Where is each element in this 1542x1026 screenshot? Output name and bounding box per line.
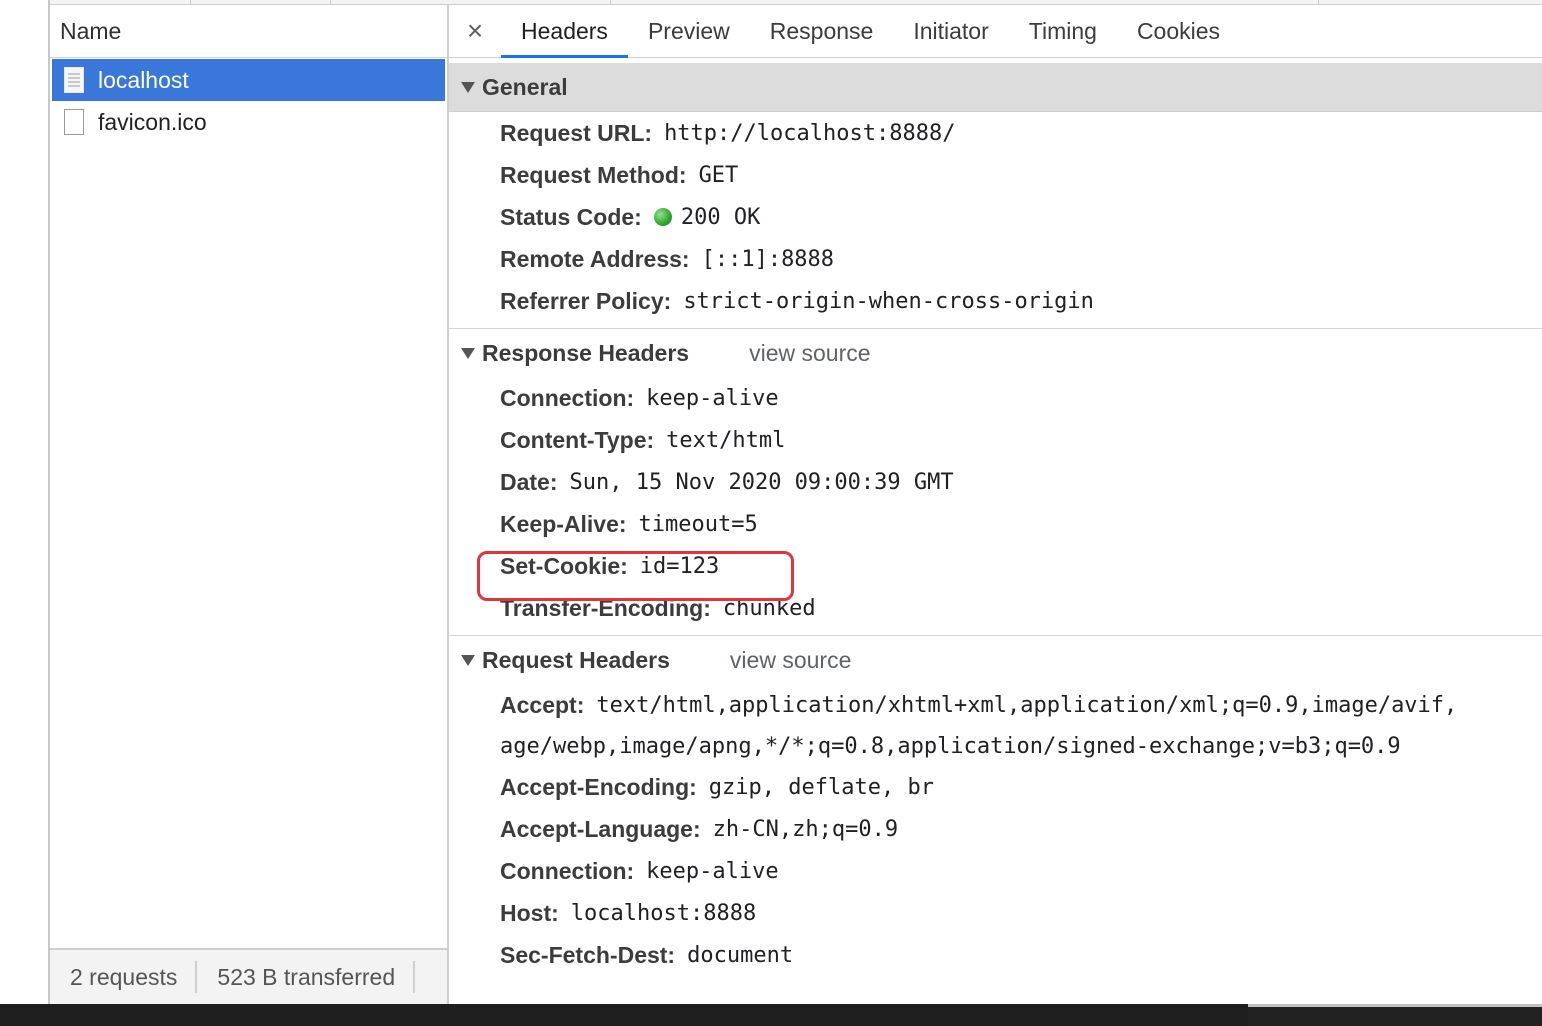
request-count: 2 requests [50, 961, 198, 993]
header-row: Host: localhost:8888 [500, 892, 1542, 934]
header-key: Referrer Policy: [500, 287, 672, 314]
name-column-header[interactable]: Name [50, 5, 447, 58]
header-row: Content-Type: text/html [500, 419, 1542, 461]
header-key: Connection: [500, 857, 635, 884]
header-value: document [687, 942, 794, 968]
header-value: keep-alive [646, 858, 779, 884]
bottom-bar-segment [1248, 1004, 1542, 1026]
strip-divider [330, 0, 331, 4]
request-detail-panel: × Headers Preview Response Initiator Tim… [449, 5, 1542, 1004]
header-row: Keep-Alive: timeout=5 [500, 503, 1542, 545]
network-status-bar: 2 requests 523 B transferred [50, 948, 447, 1004]
header-key: Sec-Fetch-Dest: [500, 941, 676, 968]
header-key: Accept-Encoding: [500, 773, 697, 800]
left-gutter [0, 0, 50, 1004]
view-source-link[interactable]: view source [749, 340, 870, 367]
header-key: Remote Address: [500, 245, 690, 272]
tab-preview[interactable]: Preview [628, 5, 750, 57]
status-ok-icon [653, 208, 672, 226]
section-title: Response Headers [482, 339, 690, 366]
header-row: Referrer Policy: strict-origin-when-cros… [500, 280, 1542, 322]
header-key: Accept: [500, 691, 585, 718]
header-row: Request URL: http://localhost:8888/ [500, 112, 1542, 154]
request-header-rows: Accept: text/html,application/xhtml+xml,… [449, 684, 1542, 976]
header-row: Date: Sun, 15 Nov 2020 09:00:39 GMT [500, 461, 1542, 503]
header-key: Connection: [500, 384, 635, 411]
header-row: Accept: text/html,application/xhtml+xml,… [500, 684, 1542, 726]
header-key: Request Method: [500, 161, 687, 188]
bottom-bar [0, 1004, 1542, 1026]
header-key: Status Code: [500, 203, 642, 230]
request-list-panel: Name localhost favicon.ico 2 requests 52… [50, 5, 449, 1004]
header-row: Remote Address: [::1]:8888 [500, 238, 1542, 280]
tab-initiator[interactable]: Initiator [893, 5, 1008, 57]
set-cookie-highlight [477, 551, 794, 601]
triangle-down-icon [461, 81, 475, 93]
request-row-localhost[interactable]: localhost [52, 59, 445, 101]
request-method: GET [698, 162, 739, 188]
header-row: Connection: keep-alive [500, 850, 1542, 892]
triangle-down-icon [461, 347, 475, 359]
header-value: gzip, deflate, br [708, 774, 934, 800]
header-key: Keep-Alive: [500, 510, 627, 537]
triangle-down-icon [461, 654, 475, 666]
tab-timing[interactable]: Timing [1009, 5, 1117, 57]
general-section-toggle[interactable]: General [449, 63, 1542, 112]
header-row: Connection: keep-alive [500, 377, 1542, 419]
detail-tabs: × Headers Preview Response Initiator Tim… [449, 5, 1542, 58]
header-value: localhost:8888 [570, 900, 757, 926]
response-headers-toggle[interactable]: Response Headers view source [449, 329, 1542, 377]
view-source-link[interactable]: view source [730, 647, 851, 674]
tab-cookies[interactable]: Cookies [1117, 5, 1240, 57]
header-value: keep-alive [646, 385, 779, 411]
header-row: Sec-Fetch-Dest: document [500, 934, 1542, 976]
header-row: Accept-Encoding: gzip, deflate, br [500, 766, 1542, 808]
header-value: zh-CN,zh;q=0.9 [712, 816, 899, 842]
request-headers-toggle[interactable]: Request Headers view source [449, 636, 1542, 684]
status-code: 200 OK [680, 204, 761, 230]
header-value: text/html [666, 427, 786, 453]
request-row-favicon[interactable]: favicon.ico [52, 101, 445, 143]
header-row: Status Code: 200 OK [500, 196, 1542, 238]
file-icon [64, 109, 84, 135]
general-rows: Request URL: http://localhost:8888/ Requ… [449, 112, 1542, 322]
request-name: favicon.ico [98, 108, 207, 135]
section-title: General [482, 73, 568, 100]
referrer-policy: strict-origin-when-cross-origin [683, 288, 1094, 314]
header-key: Host: [500, 899, 559, 926]
strip-divider [1318, 0, 1319, 4]
header-value-continuation: age/webp,image/apng,*/*;q=0.8,applicatio… [500, 733, 1401, 759]
header-value: Sun, 15 Nov 2020 09:00:39 GMT [569, 469, 954, 495]
document-icon [64, 67, 84, 93]
header-row: Request Method: GET [500, 154, 1542, 196]
tab-headers[interactable]: Headers [501, 5, 628, 58]
tab-response[interactable]: Response [750, 5, 894, 57]
header-row: Accept-Language: zh-CN,zh;q=0.9 [500, 808, 1542, 850]
header-key: Content-Type: [500, 426, 655, 453]
close-icon[interactable]: × [449, 5, 501, 57]
header-value: text/html,application/xhtml+xml,applicat… [596, 692, 1458, 718]
section-title: Request Headers [482, 646, 670, 673]
remote-address: [::1]:8888 [701, 246, 835, 272]
header-key: Request URL: [500, 119, 653, 146]
header-key: Date: [500, 468, 558, 495]
request-name: localhost [98, 66, 189, 93]
header-value: timeout=5 [638, 511, 758, 537]
strip-divider [190, 0, 191, 4]
strip-divider [610, 0, 611, 4]
header-key: Accept-Language: [500, 815, 701, 842]
request-url: http://localhost:8888/ [664, 120, 956, 146]
transferred-size: 523 B transferred [197, 961, 416, 993]
